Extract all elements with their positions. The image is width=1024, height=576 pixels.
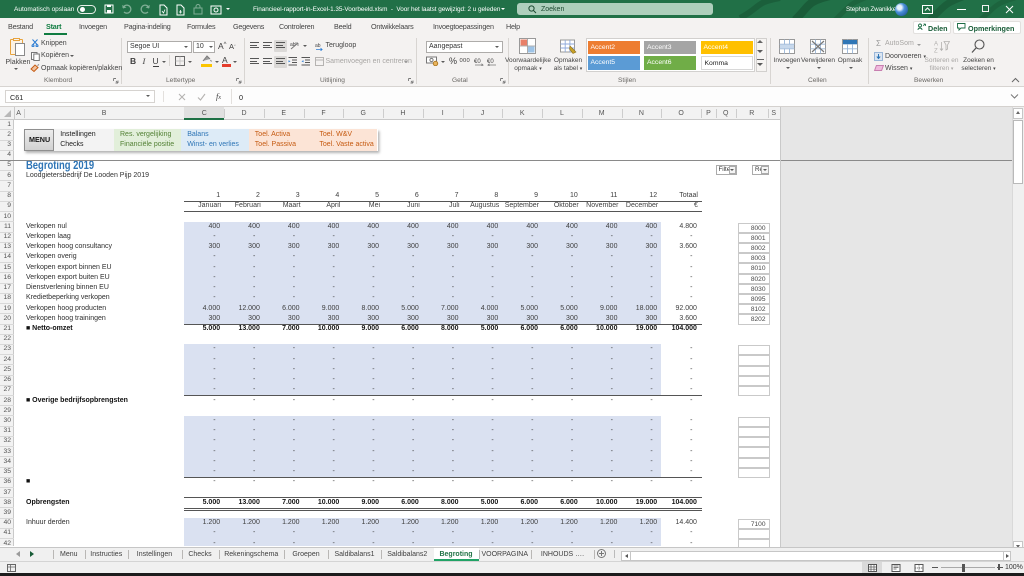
svg-text:A: A (934, 42, 938, 48)
svg-text:Z: Z (934, 49, 938, 55)
svg-text:ab: ab (290, 42, 296, 48)
svg-text:€0: €0 (474, 59, 481, 65)
svg-text:€0: €0 (487, 59, 494, 65)
svg-text:ab: ab (315, 43, 321, 49)
